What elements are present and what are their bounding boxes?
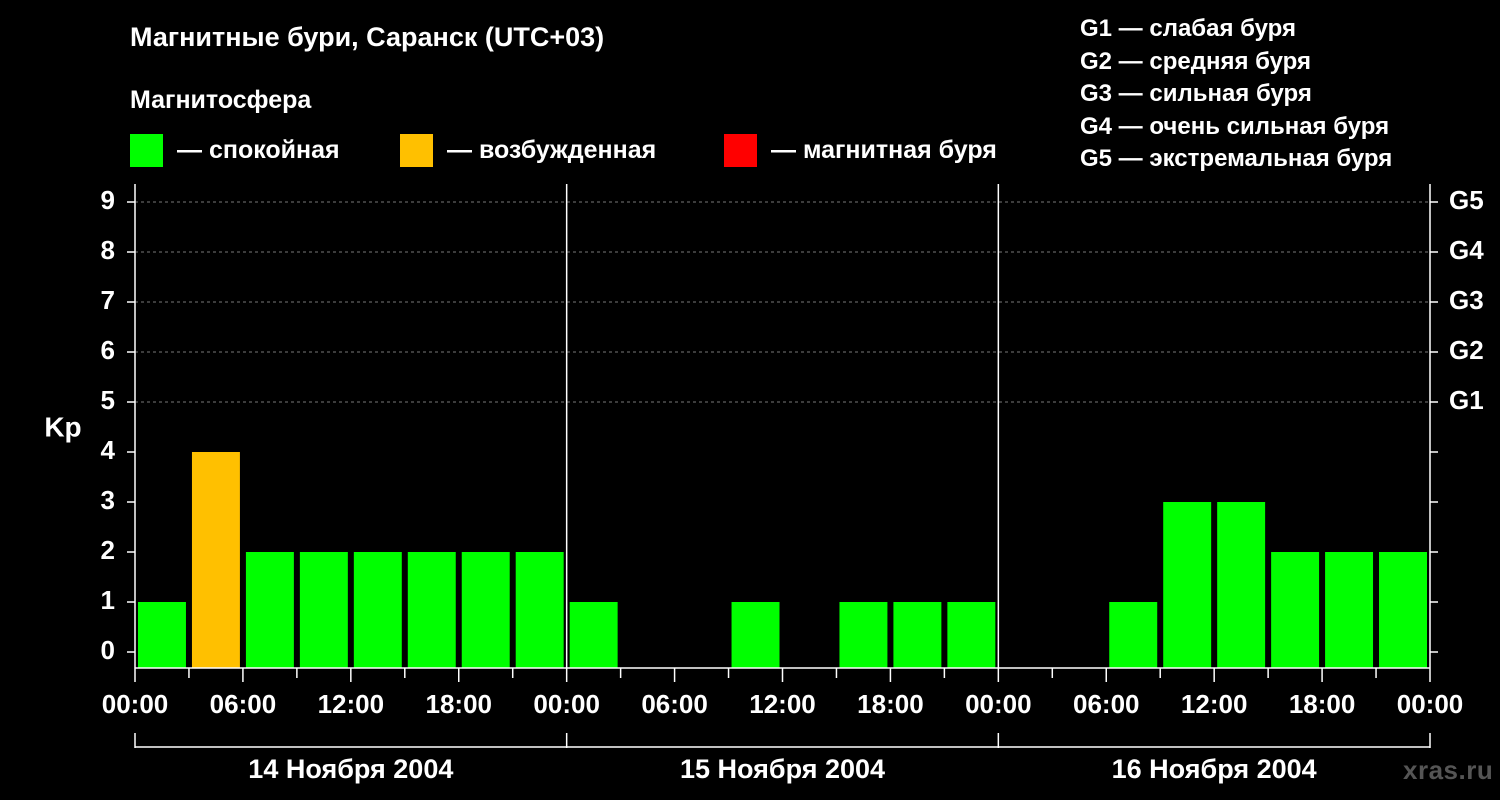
x-tick-label: 18:00 <box>426 689 493 719</box>
x-tick-label: 06:00 <box>210 689 277 719</box>
g-scale-label: G3 <box>1449 285 1484 315</box>
kp-bar <box>569 602 618 668</box>
y-axis-label: Kp <box>44 411 81 442</box>
y-tick-label: 1 <box>101 585 115 615</box>
x-tick-label: 00:00 <box>102 689 169 719</box>
x-tick-label: 00:00 <box>1397 689 1464 719</box>
kp-bar <box>515 552 564 668</box>
y-tick-label: 3 <box>101 485 115 515</box>
kp-bar <box>1325 552 1374 668</box>
g-scale-label: G2 <box>1449 335 1484 365</box>
watermark: xras.ru <box>1403 755 1494 785</box>
kp-bar <box>245 552 294 668</box>
x-tick-label: 06:00 <box>641 689 708 719</box>
day-label: 14 Ноября 2004 <box>248 754 453 784</box>
kp-bar <box>1379 552 1427 668</box>
kp-bar <box>893 602 942 668</box>
kp-bar <box>138 602 186 668</box>
y-tick-label: 5 <box>101 385 115 415</box>
kp-bar <box>191 452 240 668</box>
y-tick-label: 4 <box>101 435 116 465</box>
kp-bar <box>461 552 510 668</box>
y-tick-label: 9 <box>101 185 115 215</box>
kp-bar <box>947 602 996 668</box>
kp-bar <box>1109 602 1158 668</box>
x-tick-label: 06:00 <box>1073 689 1140 719</box>
x-tick-label: 12:00 <box>318 689 385 719</box>
y-tick-label: 0 <box>101 635 115 665</box>
x-tick-label: 00:00 <box>965 689 1032 719</box>
kp-bar <box>407 552 456 668</box>
y-tick-label: 8 <box>101 235 115 265</box>
kp-bar <box>1271 552 1320 668</box>
x-tick-label: 00:00 <box>533 689 600 719</box>
kp-bar <box>731 602 780 668</box>
day-label: 15 Ноября 2004 <box>680 754 885 784</box>
g-scale-label: G5 <box>1449 185 1484 215</box>
kp-bar <box>1163 502 1212 668</box>
y-tick-label: 2 <box>101 535 115 565</box>
kp-bar <box>1217 502 1266 668</box>
day-label: 16 Ноября 2004 <box>1112 754 1317 784</box>
x-tick-label: 18:00 <box>1289 689 1356 719</box>
kp-bar <box>839 602 888 668</box>
g-scale-label: G4 <box>1449 235 1484 265</box>
kp-bar <box>353 552 402 668</box>
x-tick-label: 12:00 <box>1181 689 1248 719</box>
g-scale-label: G1 <box>1449 385 1484 415</box>
kp-bar <box>299 552 348 668</box>
y-tick-label: 7 <box>101 285 115 315</box>
x-tick-label: 12:00 <box>749 689 816 719</box>
x-tick-label: 18:00 <box>857 689 924 719</box>
kp-bar-chart: 0 1 2 3 4 5 6 7 8 9 Kp G1 G2 G3 G4 G5 00:00 06:00 12:00 18:… <box>44 184 1484 784</box>
y-tick-label: 6 <box>101 335 115 365</box>
